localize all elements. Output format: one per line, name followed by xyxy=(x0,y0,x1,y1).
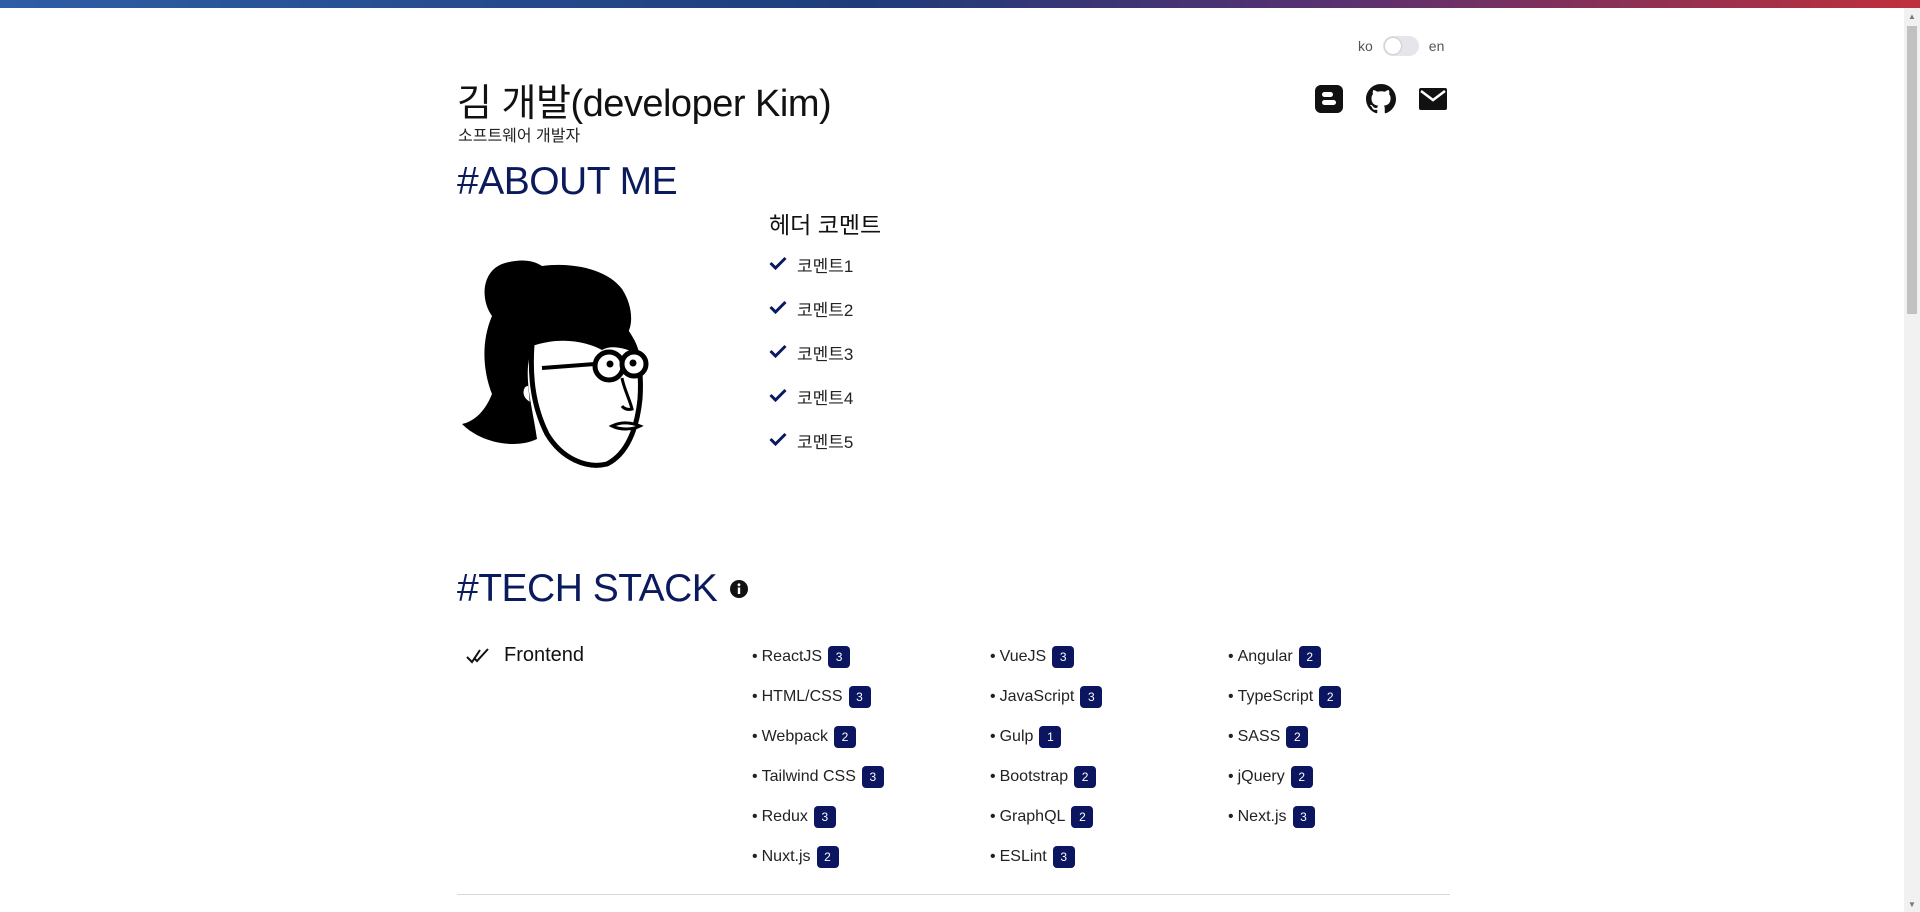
skill-level-badge: 2 xyxy=(1319,686,1342,708)
section-divider xyxy=(457,894,1450,895)
skill-level-badge: 2 xyxy=(1298,646,1321,668)
skill-name: TypeScript xyxy=(1237,688,1314,705)
skill-item: • Bootstrap 2 xyxy=(990,766,1228,788)
comment-item: 코멘트4 xyxy=(769,384,853,428)
scroll-down-arrow-icon[interactable]: ▼ xyxy=(1904,896,1920,912)
toggle-knob xyxy=(1384,38,1401,54)
language-en-label: en xyxy=(1428,38,1445,54)
comment-text: 코멘트3 xyxy=(797,345,854,364)
skill-item: • jQuery 2 xyxy=(1228,766,1466,788)
skill-level-badge: 2 xyxy=(1286,726,1309,748)
avatar xyxy=(462,254,676,472)
skill-name: Tailwind CSS xyxy=(761,768,856,785)
skill-level-badge: 3 xyxy=(1292,806,1315,828)
social-links xyxy=(1314,84,1448,114)
skill-name: Webpack xyxy=(761,728,829,745)
skill-item: • VueJS 3 xyxy=(990,646,1228,668)
skill-item: • Nuxt.js 2 xyxy=(752,846,990,868)
tech-stack-title-text: #TECH STACK xyxy=(457,567,718,610)
skill-name: SASS xyxy=(1237,728,1281,745)
tech-skill-grid: • ReactJS 3 • VueJS 3 • Angular 2 • HTML/CSS 3 •… xyxy=(752,646,1466,868)
skill-item: • Angular 2 xyxy=(1228,646,1466,668)
comment-item: 코멘트5 xyxy=(769,428,853,472)
skill-name: GraphQL xyxy=(999,808,1066,825)
skill-level-badge: 3 xyxy=(1052,646,1075,668)
skill-level-badge: 3 xyxy=(813,806,836,828)
skill-item: • TypeScript 2 xyxy=(1228,686,1466,708)
comment-item: 코멘트2 xyxy=(769,296,853,340)
comment-item: 코멘트1 xyxy=(769,252,853,296)
skill-level-badge: 1 xyxy=(1039,726,1062,748)
skill-name: VueJS xyxy=(999,648,1047,665)
skill-name: Next.js xyxy=(1237,808,1287,825)
skill-level-badge: 3 xyxy=(1080,686,1103,708)
skill-item: • Tailwind CSS 3 xyxy=(752,766,990,788)
about-comment-list: 코멘트1 코멘트2 코멘트3 코멘트4 코멘트5 xyxy=(769,252,853,472)
language-toggle[interactable] xyxy=(1382,36,1419,56)
comment-text: 코멘트1 xyxy=(797,257,854,276)
info-icon[interactable] xyxy=(729,579,749,599)
skill-item: • ESLint 3 xyxy=(990,846,1228,868)
tech-category-label: Frontend xyxy=(504,644,585,666)
skill-level-badge: 3 xyxy=(1052,846,1075,868)
skill-item: • JavaScript 3 xyxy=(990,686,1228,708)
language-switch: ko en xyxy=(1358,36,1444,56)
skill-level-badge: 3 xyxy=(828,646,851,668)
comment-text: 코멘트5 xyxy=(797,433,854,452)
skill-item: • Redux 3 xyxy=(752,806,990,828)
skill-level-badge: 3 xyxy=(861,766,884,788)
skill-item: • Next.js 3 xyxy=(1228,806,1466,828)
skill-name: ReactJS xyxy=(761,648,823,665)
skill-item: • ReactJS 3 xyxy=(752,646,990,668)
skill-level-badge: 2 xyxy=(816,846,839,868)
scroll-up-arrow-icon[interactable]: ▲ xyxy=(1904,8,1920,24)
top-gradient-bar xyxy=(0,0,1920,8)
skill-name: ESLint xyxy=(999,848,1047,865)
double-check-icon xyxy=(466,647,489,664)
page-scrollbar[interactable]: ▲ ▼ xyxy=(1904,8,1920,912)
skill-name: Angular xyxy=(1237,648,1293,665)
skill-item: • SASS 2 xyxy=(1228,726,1466,748)
skill-level-badge: 3 xyxy=(848,686,871,708)
check-icon xyxy=(769,300,787,314)
check-icon xyxy=(769,388,787,402)
skill-name: Nuxt.js xyxy=(761,848,811,865)
skill-level-badge: 2 xyxy=(1074,766,1097,788)
skill-name: jQuery xyxy=(1237,768,1285,785)
skill-item: • GraphQL 2 xyxy=(990,806,1228,828)
profile-name: 김 개발(developer Kim) xyxy=(457,83,832,125)
about-section-title: #ABOUT ME xyxy=(457,160,678,203)
skill-level-badge: 2 xyxy=(1290,766,1313,788)
check-icon xyxy=(769,344,787,358)
skill-level-badge: 2 xyxy=(834,726,857,748)
tech-category-frontend: Frontend xyxy=(466,644,584,667)
comment-text: 코멘트2 xyxy=(797,301,854,320)
language-ko-label: ko xyxy=(1358,38,1373,54)
check-icon xyxy=(769,256,787,270)
skill-level-badge: 2 xyxy=(1071,806,1094,828)
skill-name: HTML/CSS xyxy=(761,688,843,705)
comment-text: 코멘트4 xyxy=(797,389,854,408)
skill-name: JavaScript xyxy=(999,688,1075,705)
blogger-icon[interactable] xyxy=(1314,84,1344,114)
skill-item: • HTML/CSS 3 xyxy=(752,686,990,708)
check-icon xyxy=(769,432,787,446)
skill-name: Bootstrap xyxy=(999,768,1069,785)
mail-icon[interactable] xyxy=(1418,84,1448,114)
about-header-comment: 헤더 코멘트 xyxy=(769,212,882,238)
skill-item: • Webpack 2 xyxy=(752,726,990,748)
skill-name: Gulp xyxy=(999,728,1034,745)
scroll-thumb[interactable] xyxy=(1907,26,1917,314)
skill-name: Redux xyxy=(761,808,808,825)
tech-stack-section-title: #TECH STACK xyxy=(457,567,749,611)
comment-item: 코멘트3 xyxy=(769,340,853,384)
profile-subtitle: 소프트웨어 개발자 xyxy=(458,128,581,145)
github-icon[interactable] xyxy=(1366,84,1396,114)
skill-item: • Gulp 1 xyxy=(990,726,1228,748)
